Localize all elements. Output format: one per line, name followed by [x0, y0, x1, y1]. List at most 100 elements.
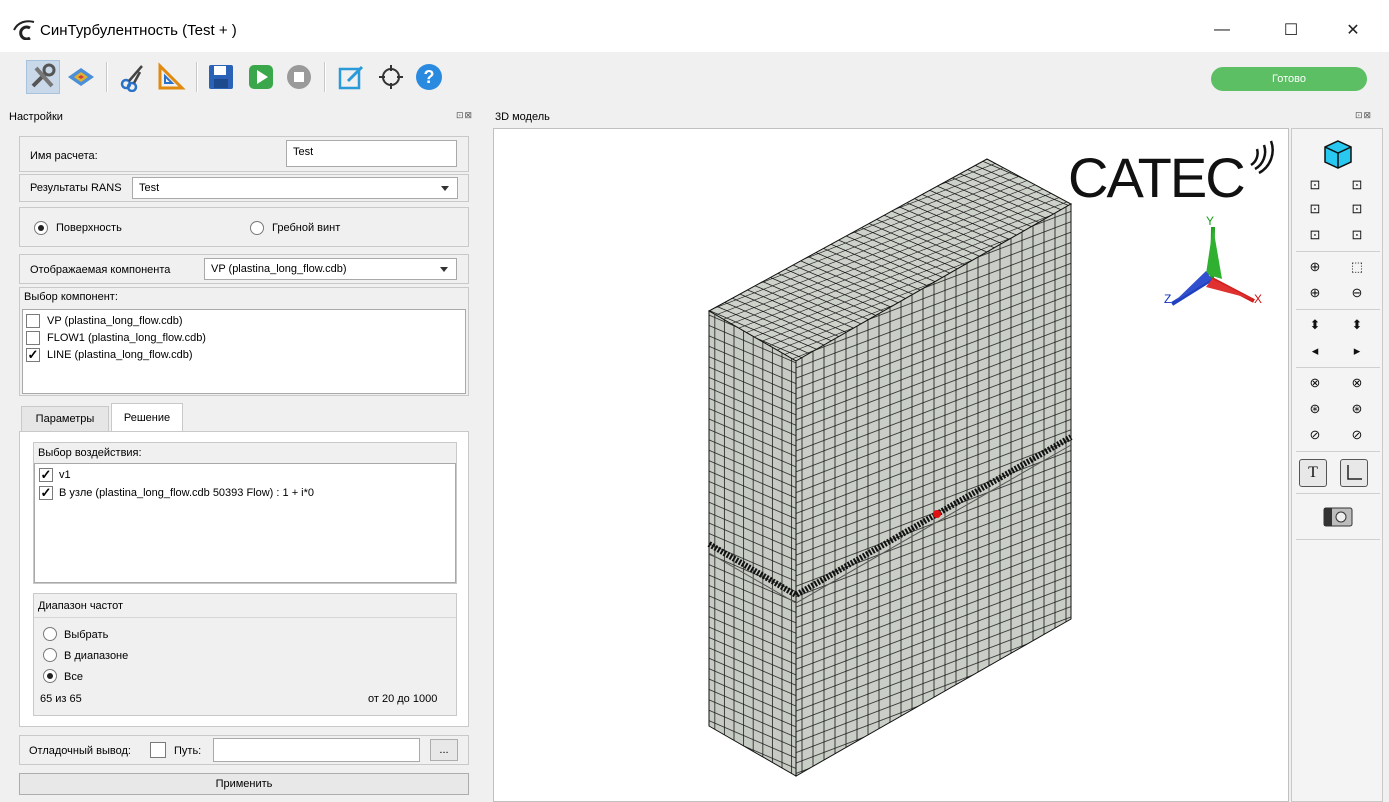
- actions-group: Выбор воздействия: ✓ v1 ✓ В узле (plasti…: [33, 442, 457, 584]
- rotate-y-cw-icon[interactable]: ⊛: [1346, 399, 1368, 419]
- toolbar-separator: [196, 62, 198, 92]
- freq-count: 65 из 65: [40, 693, 82, 705]
- tab-parameters[interactable]: Параметры: [21, 406, 109, 431]
- component-checkbox-line[interactable]: ✓: [26, 348, 40, 362]
- browse-button[interactable]: ...: [430, 739, 458, 761]
- view-left-icon[interactable]: ⊡: [1304, 199, 1326, 219]
- view-top-icon[interactable]: ⊡: [1304, 225, 1326, 245]
- propeller-radio[interactable]: [250, 221, 264, 235]
- surface-radio-label: Поверхность: [56, 222, 122, 234]
- debug-label: Отладочный вывод:: [29, 745, 131, 757]
- chevron-down-icon: [440, 267, 448, 272]
- model-dock-controls[interactable]: ⊡⊠: [1355, 110, 1372, 121]
- close-button[interactable]: ✕: [1330, 14, 1376, 46]
- component-item-label: LINE (plastina_long_flow.cdb): [47, 349, 193, 361]
- freq-range-group: Диапазон частот Выбрать В диапазоне Все …: [33, 593, 457, 716]
- axis-y-label: Y: [1206, 214, 1215, 228]
- run-icon[interactable]: [244, 60, 278, 94]
- component-checkbox-flow1[interactable]: [26, 331, 40, 345]
- calc-name-group: Имя расчета: Test: [19, 136, 469, 172]
- stop-icon[interactable]: [282, 60, 316, 94]
- action-item-label: v1: [59, 469, 71, 481]
- rotate-x-ccw-icon[interactable]: ⊗: [1304, 373, 1326, 393]
- view-right-icon[interactable]: ⊡: [1346, 199, 1368, 219]
- view-tools-panel: ⊡ ⊡ ⊡ ⊡ ⊡ ⊡ ⊕ ⬚ ⊕ ⊖ ⬍ ⬍ ◂ ▸ ⊗ ⊗ ⊛ ⊛ ⊘ ⊘ …: [1291, 128, 1383, 802]
- freq-range-radio[interactable]: [43, 648, 57, 662]
- divider: [1296, 251, 1380, 252]
- rotate-z-ccw-icon[interactable]: ⊘: [1304, 425, 1326, 445]
- view-front-icon[interactable]: ⊡: [1304, 175, 1326, 195]
- zoom-out-icon[interactable]: ⊖: [1346, 283, 1368, 303]
- maximize-button[interactable]: ☐: [1268, 14, 1314, 46]
- mesh-surface-icon[interactable]: [64, 60, 98, 94]
- divider: [1296, 539, 1380, 540]
- debug-checkbox[interactable]: [150, 742, 166, 758]
- action-checkbox-v1[interactable]: ✓: [39, 468, 53, 482]
- action-checkbox-node[interactable]: ✓: [39, 486, 53, 500]
- minimize-button[interactable]: —: [1199, 14, 1245, 46]
- axes-toggle-icon[interactable]: [1340, 459, 1368, 487]
- action-item-label: В узле (plastina_long_flow.cdb 50393 Flo…: [59, 487, 315, 499]
- main-toolbar: ?: [0, 52, 1389, 104]
- components-title: Выбор компонент:: [24, 291, 118, 303]
- camera-icon[interactable]: [1320, 503, 1356, 529]
- rotate-x-cw-icon[interactable]: ⊗: [1346, 373, 1368, 393]
- rotate-y-ccw-icon[interactable]: ⊛: [1304, 399, 1326, 419]
- save-icon[interactable]: [204, 60, 238, 94]
- model-panel-title: 3D модель: [495, 111, 550, 123]
- status-badge: Готово: [1211, 67, 1367, 91]
- freq-range-text: от 20 до 1000: [368, 693, 438, 705]
- surface-radio[interactable]: [34, 221, 48, 235]
- component-checkbox-vp[interactable]: [26, 314, 40, 328]
- propeller-radio-label: Гребной винт: [272, 222, 341, 234]
- freq-select-radio[interactable]: [43, 627, 57, 641]
- 3d-viewport[interactable]: Y X Z CATEC: [493, 128, 1289, 802]
- view-bottom-icon[interactable]: ⊡: [1346, 225, 1368, 245]
- rotate-z-cw-icon[interactable]: ⊘: [1346, 425, 1368, 445]
- catec-logo: CATEC: [1068, 146, 1246, 209]
- freq-all-radio[interactable]: [43, 669, 57, 683]
- rans-select[interactable]: Test: [132, 177, 458, 199]
- rans-select-value: Test: [139, 182, 160, 194]
- pan-right-icon[interactable]: ▸: [1346, 341, 1368, 361]
- pan-up-icon[interactable]: ⬍: [1304, 315, 1326, 335]
- settings-dock-controls[interactable]: ⊡⊠: [456, 110, 473, 121]
- axis-x-label: X: [1254, 292, 1263, 306]
- tab-solution[interactable]: Решение: [111, 403, 183, 432]
- zoom-in-icon[interactable]: ⊕: [1304, 283, 1326, 303]
- settings-tools-icon[interactable]: [26, 60, 60, 94]
- path-input[interactable]: [213, 738, 420, 762]
- scissors-icon[interactable]: [116, 60, 150, 94]
- axis-triad: [1170, 226, 1255, 306]
- calc-name-input[interactable]: Test: [286, 140, 457, 167]
- edit-icon[interactable]: [334, 60, 368, 94]
- pan-down-icon[interactable]: ⬍: [1346, 315, 1368, 335]
- freq-option-label: Все: [64, 671, 83, 683]
- toolbar-separator: [324, 62, 326, 92]
- component-group: Отображаемая компонента VP (plastina_lon…: [19, 254, 469, 284]
- view-cube-icon[interactable]: [1320, 137, 1356, 171]
- signal-arcs-icon: [1250, 140, 1274, 175]
- apply-button[interactable]: Применить: [19, 773, 469, 795]
- solution-tab-panel: Выбор воздействия: ✓ v1 ✓ В узле (plasti…: [19, 431, 469, 727]
- window-title: СинТурбулентность (Test + ): [40, 22, 237, 39]
- view-back-icon[interactable]: ⊡: [1346, 175, 1368, 195]
- divider: [34, 617, 456, 618]
- zoom-region-icon[interactable]: ⬚: [1346, 257, 1368, 277]
- debug-group: Отладочный вывод: Путь: ...: [19, 735, 469, 765]
- divider: [1296, 309, 1380, 310]
- pan-left-icon[interactable]: ◂: [1304, 341, 1326, 361]
- freq-option-label: В диапазоне: [64, 650, 129, 662]
- triangle-ruler-icon[interactable]: [154, 60, 188, 94]
- freq-option-label: Выбрать: [64, 629, 109, 641]
- text-toggle-icon[interactable]: T: [1299, 459, 1327, 487]
- fit-view-icon[interactable]: [374, 60, 408, 94]
- toolbar-separator: [106, 62, 108, 92]
- zoom-window-icon[interactable]: ⊕: [1304, 257, 1326, 277]
- component-select[interactable]: VP (plastina_long_flow.cdb): [204, 258, 457, 280]
- path-label: Путь:: [174, 745, 202, 757]
- help-icon[interactable]: ?: [412, 60, 446, 94]
- freq-range-title: Диапазон частот: [38, 600, 124, 612]
- svg-text:?: ?: [424, 67, 435, 87]
- mode-group: Поверхность Гребной винт: [19, 207, 469, 247]
